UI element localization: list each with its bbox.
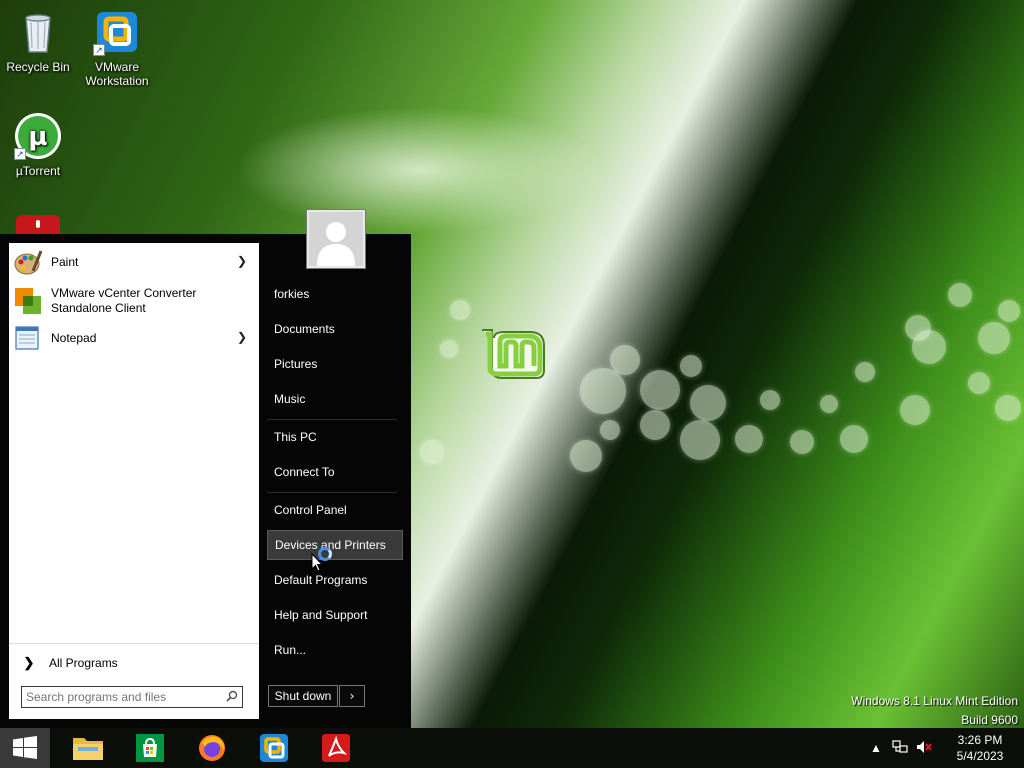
menu-item-label: Pictures — [274, 357, 318, 371]
shortcut-arrow-icon: ↗ — [93, 44, 105, 56]
menu-item-user-folder[interactable]: forkies — [267, 279, 403, 309]
program-item-notepad[interactable]: Notepad ❯ — [13, 321, 255, 355]
program-item-paint[interactable]: Paint ❯ — [13, 245, 255, 279]
search-icon[interactable] — [222, 690, 242, 705]
firefox-icon — [199, 735, 225, 761]
taskbar-firefox[interactable] — [188, 728, 236, 768]
desktop-icon-recycle-bin[interactable]: Recycle Bin — [0, 8, 76, 74]
menu-item-label: Default Programs — [274, 573, 368, 587]
taskbar-store[interactable] — [126, 728, 174, 768]
program-item-vmware-vcenter-converter[interactable]: VMware vCenter Converter Standalone Clie… — [13, 283, 255, 319]
menu-item-documents[interactable]: Documents — [267, 314, 403, 344]
menu-item-help-and-support[interactable]: Help and Support — [267, 600, 403, 630]
clock[interactable]: 3:26 PM 5/4/2023 — [936, 732, 1024, 764]
taskbar: ▲ 3:26 PM 5/4/2023 — [0, 728, 1024, 768]
taskbar-vmware[interactable] — [250, 728, 298, 768]
windows-logo-icon — [13, 736, 37, 759]
all-programs-label: All Programs — [49, 655, 118, 670]
search-input[interactable] — [22, 688, 222, 706]
start-menu: Paint ❯ VMware vCenter Converter Standal… — [0, 209, 411, 728]
taskbar-file-explorer[interactable] — [64, 728, 112, 768]
desktop-icon-label: Recycle Bin — [6, 60, 70, 74]
system-tray: ▲ 3:26 PM 5/4/2023 — [864, 728, 1024, 768]
clock-date: 5/4/2023 — [956, 749, 1004, 763]
recycle-bin-icon — [14, 8, 62, 56]
desktop-icon-label: µTorrent — [15, 164, 61, 178]
menu-item-run[interactable]: Run... — [267, 635, 403, 665]
menu-item-connect-to[interactable]: Connect To — [267, 457, 403, 487]
os-watermark: Windows 8.1 Linux Mint Edition Build 960… — [851, 692, 1018, 730]
mouse-cursor-icon — [311, 552, 324, 573]
menu-item-default-programs[interactable]: Default Programs — [267, 565, 403, 595]
notepad-icon — [13, 323, 43, 353]
menu-item-label: Help and Support — [274, 608, 368, 622]
shutdown-button[interactable]: Shut down — [268, 685, 338, 707]
desktop-icon-utorrent[interactable]: µ ↗ µTorrent — [0, 112, 76, 178]
menu-item-pictures[interactable]: Pictures — [267, 349, 403, 379]
chevron-right-icon: ❯ — [23, 654, 35, 670]
menu-item-label: forkies — [274, 287, 310, 301]
menu-item-label: Run... — [274, 643, 307, 657]
submenu-chevron-icon[interactable]: ❯ — [237, 330, 247, 344]
menu-item-this-pc[interactable]: This PC — [267, 422, 403, 452]
menu-item-label: Music — [274, 392, 306, 406]
submenu-chevron-icon[interactable]: ❯ — [237, 254, 247, 268]
taskbar-acrobat[interactable] — [312, 728, 360, 768]
desktop-icon-label: VMware Workstation — [85, 60, 149, 88]
svg-text:µ: µ — [28, 122, 47, 152]
menu-item-label: This PC — [274, 430, 317, 444]
menu-item-label: Documents — [274, 322, 335, 336]
user-avatar[interactable] — [306, 209, 366, 269]
menu-item-label: Control Panel — [274, 503, 347, 517]
menu-item-music[interactable]: Music — [267, 384, 403, 414]
menu-item-devices-and-printers[interactable]: Devices and Printers — [267, 530, 403, 560]
clock-time: 3:26 PM — [957, 733, 1003, 747]
desktop-icon-partial[interactable] — [16, 215, 60, 234]
search-box[interactable] — [21, 686, 243, 708]
vmware-icon: ↗ — [93, 8, 141, 56]
desktop-icon-vmware-workstation[interactable]: ↗ VMware Workstation — [79, 8, 155, 88]
program-label: VMware vCenter Converter Standalone Clie… — [51, 286, 197, 315]
program-label: Notepad — [51, 331, 97, 345]
shutdown-options-button[interactable]: › — [339, 685, 365, 707]
utorrent-icon: µ ↗ — [14, 112, 62, 160]
network-icon[interactable] — [888, 739, 912, 757]
store-icon — [136, 734, 164, 762]
vmware-icon — [260, 734, 288, 762]
paint-icon — [13, 247, 43, 277]
watermark-edition: Windows 8.1 Linux Mint Edition — [851, 694, 1018, 708]
acrobat-icon — [322, 734, 350, 762]
menu-separator — [267, 419, 397, 420]
app-icon — [36, 220, 40, 228]
volume-muted-icon[interactable] — [912, 740, 936, 757]
menu-item-label: Connect To — [274, 465, 335, 479]
start-menu-programs-pane: Paint ❯ VMware vCenter Converter Standal… — [9, 243, 259, 719]
linux-mint-logo-icon — [478, 324, 548, 384]
menu-separator — [267, 492, 397, 493]
vcenter-converter-icon — [13, 286, 43, 316]
start-button[interactable] — [0, 728, 50, 768]
all-programs-button[interactable]: ❯ All Programs — [9, 643, 259, 681]
program-label: Paint — [51, 255, 79, 269]
menu-item-control-panel[interactable]: Control Panel — [267, 495, 403, 525]
shortcut-arrow-icon: ↗ — [14, 148, 26, 160]
show-hidden-icons-chevron-icon[interactable]: ▲ — [864, 741, 888, 755]
file-explorer-icon — [73, 738, 103, 760]
